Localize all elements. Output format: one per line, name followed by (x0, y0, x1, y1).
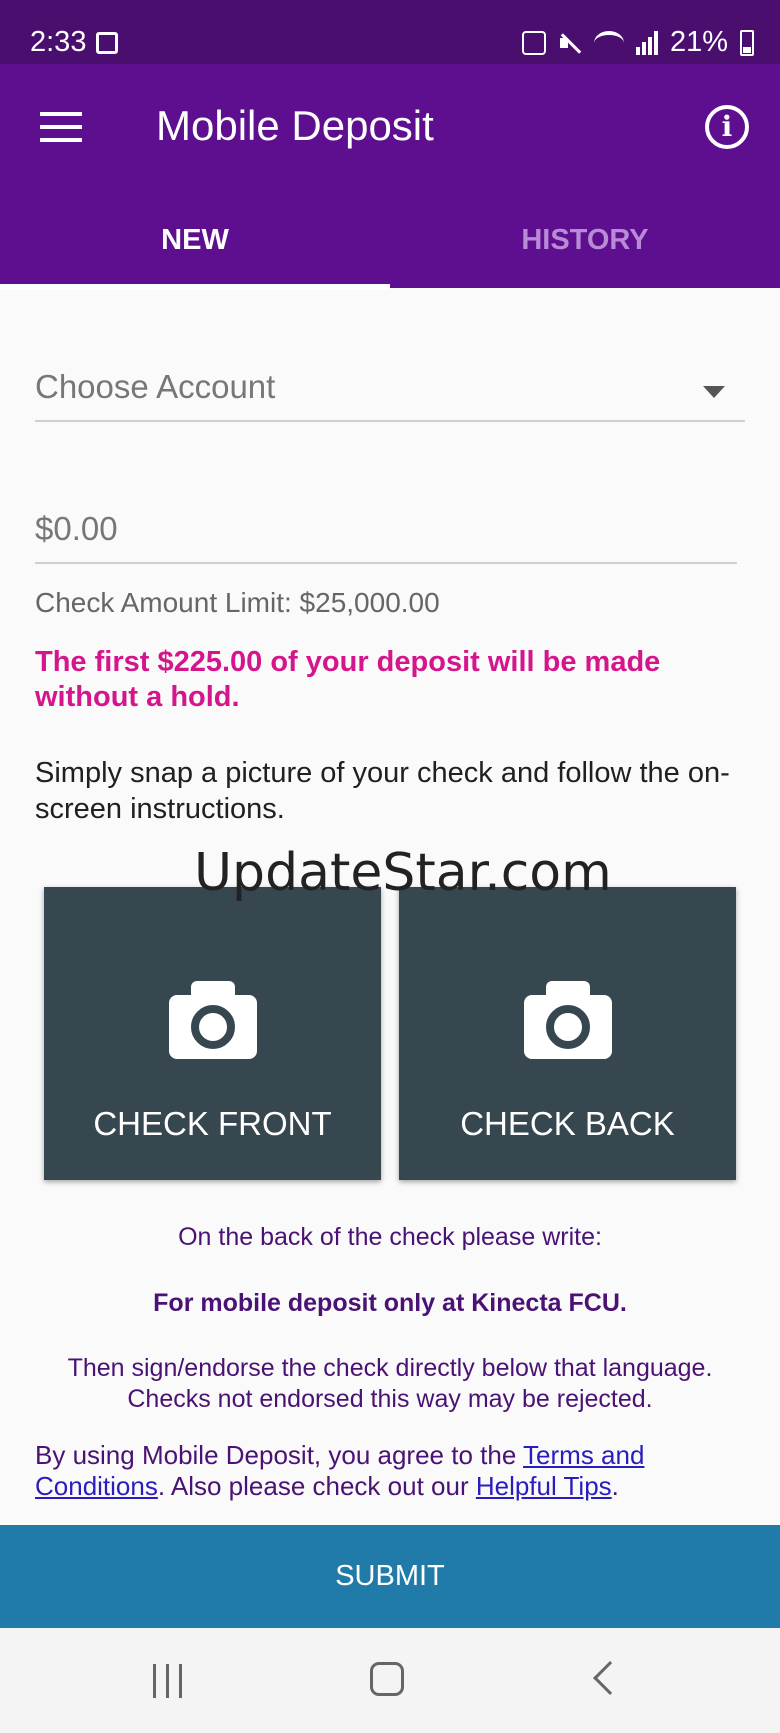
amount-input[interactable]: $0.00 (35, 510, 737, 564)
dropdown-arrow-icon (703, 386, 725, 398)
tab-history[interactable]: HISTORY (390, 224, 780, 288)
home-icon[interactable] (370, 1662, 404, 1696)
status-icons: 21% (521, 26, 754, 59)
endorse-instruction: On the back of the check please write: (178, 1223, 602, 1251)
snap-instructions: Simply snap a picture of your check and … (35, 757, 730, 825)
active-tab-indicator (0, 284, 390, 290)
info-icon[interactable]: i (705, 105, 749, 149)
account-select[interactable]: Choose Account (35, 368, 745, 422)
helpful-tips-link[interactable]: Helpful Tips (476, 1471, 612, 1501)
page-title: Mobile Deposit (156, 102, 434, 149)
terms-prefix: By using Mobile Deposit, you agree to th… (35, 1440, 524, 1470)
battery-icon (740, 29, 754, 56)
account-placeholder: Choose Account (35, 368, 276, 405)
terms-middle: . Also please check out our (157, 1471, 476, 1501)
wifi-icon (593, 30, 624, 55)
hamburger-menu-icon[interactable] (40, 112, 82, 142)
hold-notice: The first $225.00 of your deposit will b… (35, 646, 661, 713)
check-limit-text: Check Amount Limit: $25,000.00 (35, 587, 440, 618)
endorse-warning-line2: Checks not endorsed this way may be reje… (127, 1385, 653, 1413)
terms-suffix: . (611, 1471, 619, 1501)
check-front-label: CHECK FRONT (93, 1105, 332, 1142)
submit-button[interactable]: SUBMIT (0, 1525, 780, 1628)
camera-icon (169, 981, 257, 1059)
watermark: UpdateStar.com (194, 843, 612, 903)
status-bar: 2:33 21% (0, 0, 780, 64)
system-nav-bar (0, 1628, 780, 1733)
check-front-button[interactable]: CHECK FRONT (44, 887, 381, 1180)
nfc-icon (521, 30, 546, 55)
signal-icon (635, 30, 658, 55)
back-icon[interactable] (593, 1661, 627, 1695)
camera-icon (524, 981, 612, 1059)
mute-icon (558, 31, 582, 55)
gallery-notification-icon (96, 32, 118, 54)
status-time: 2:33 (30, 26, 87, 58)
app-bar: Mobile Deposit i NEW HISTORY (0, 64, 780, 290)
check-back-label: CHECK BACK (460, 1105, 675, 1142)
battery-percent: 21% (669, 26, 728, 58)
recents-icon[interactable] (151, 1664, 185, 1698)
terms-text: By using Mobile Deposit, you agree to th… (35, 1440, 755, 1502)
check-back-button[interactable]: CHECK BACK (399, 887, 736, 1180)
endorse-phrase: For mobile deposit only at Kinecta FCU. (153, 1289, 627, 1317)
endorse-warning-line1: Then sign/endorse the check directly bel… (67, 1354, 713, 1382)
amount-placeholder: $0.00 (35, 510, 118, 547)
tab-new[interactable]: NEW (0, 224, 390, 288)
endorse-warning: Then sign/endorse the check directly bel… (0, 1353, 780, 1415)
